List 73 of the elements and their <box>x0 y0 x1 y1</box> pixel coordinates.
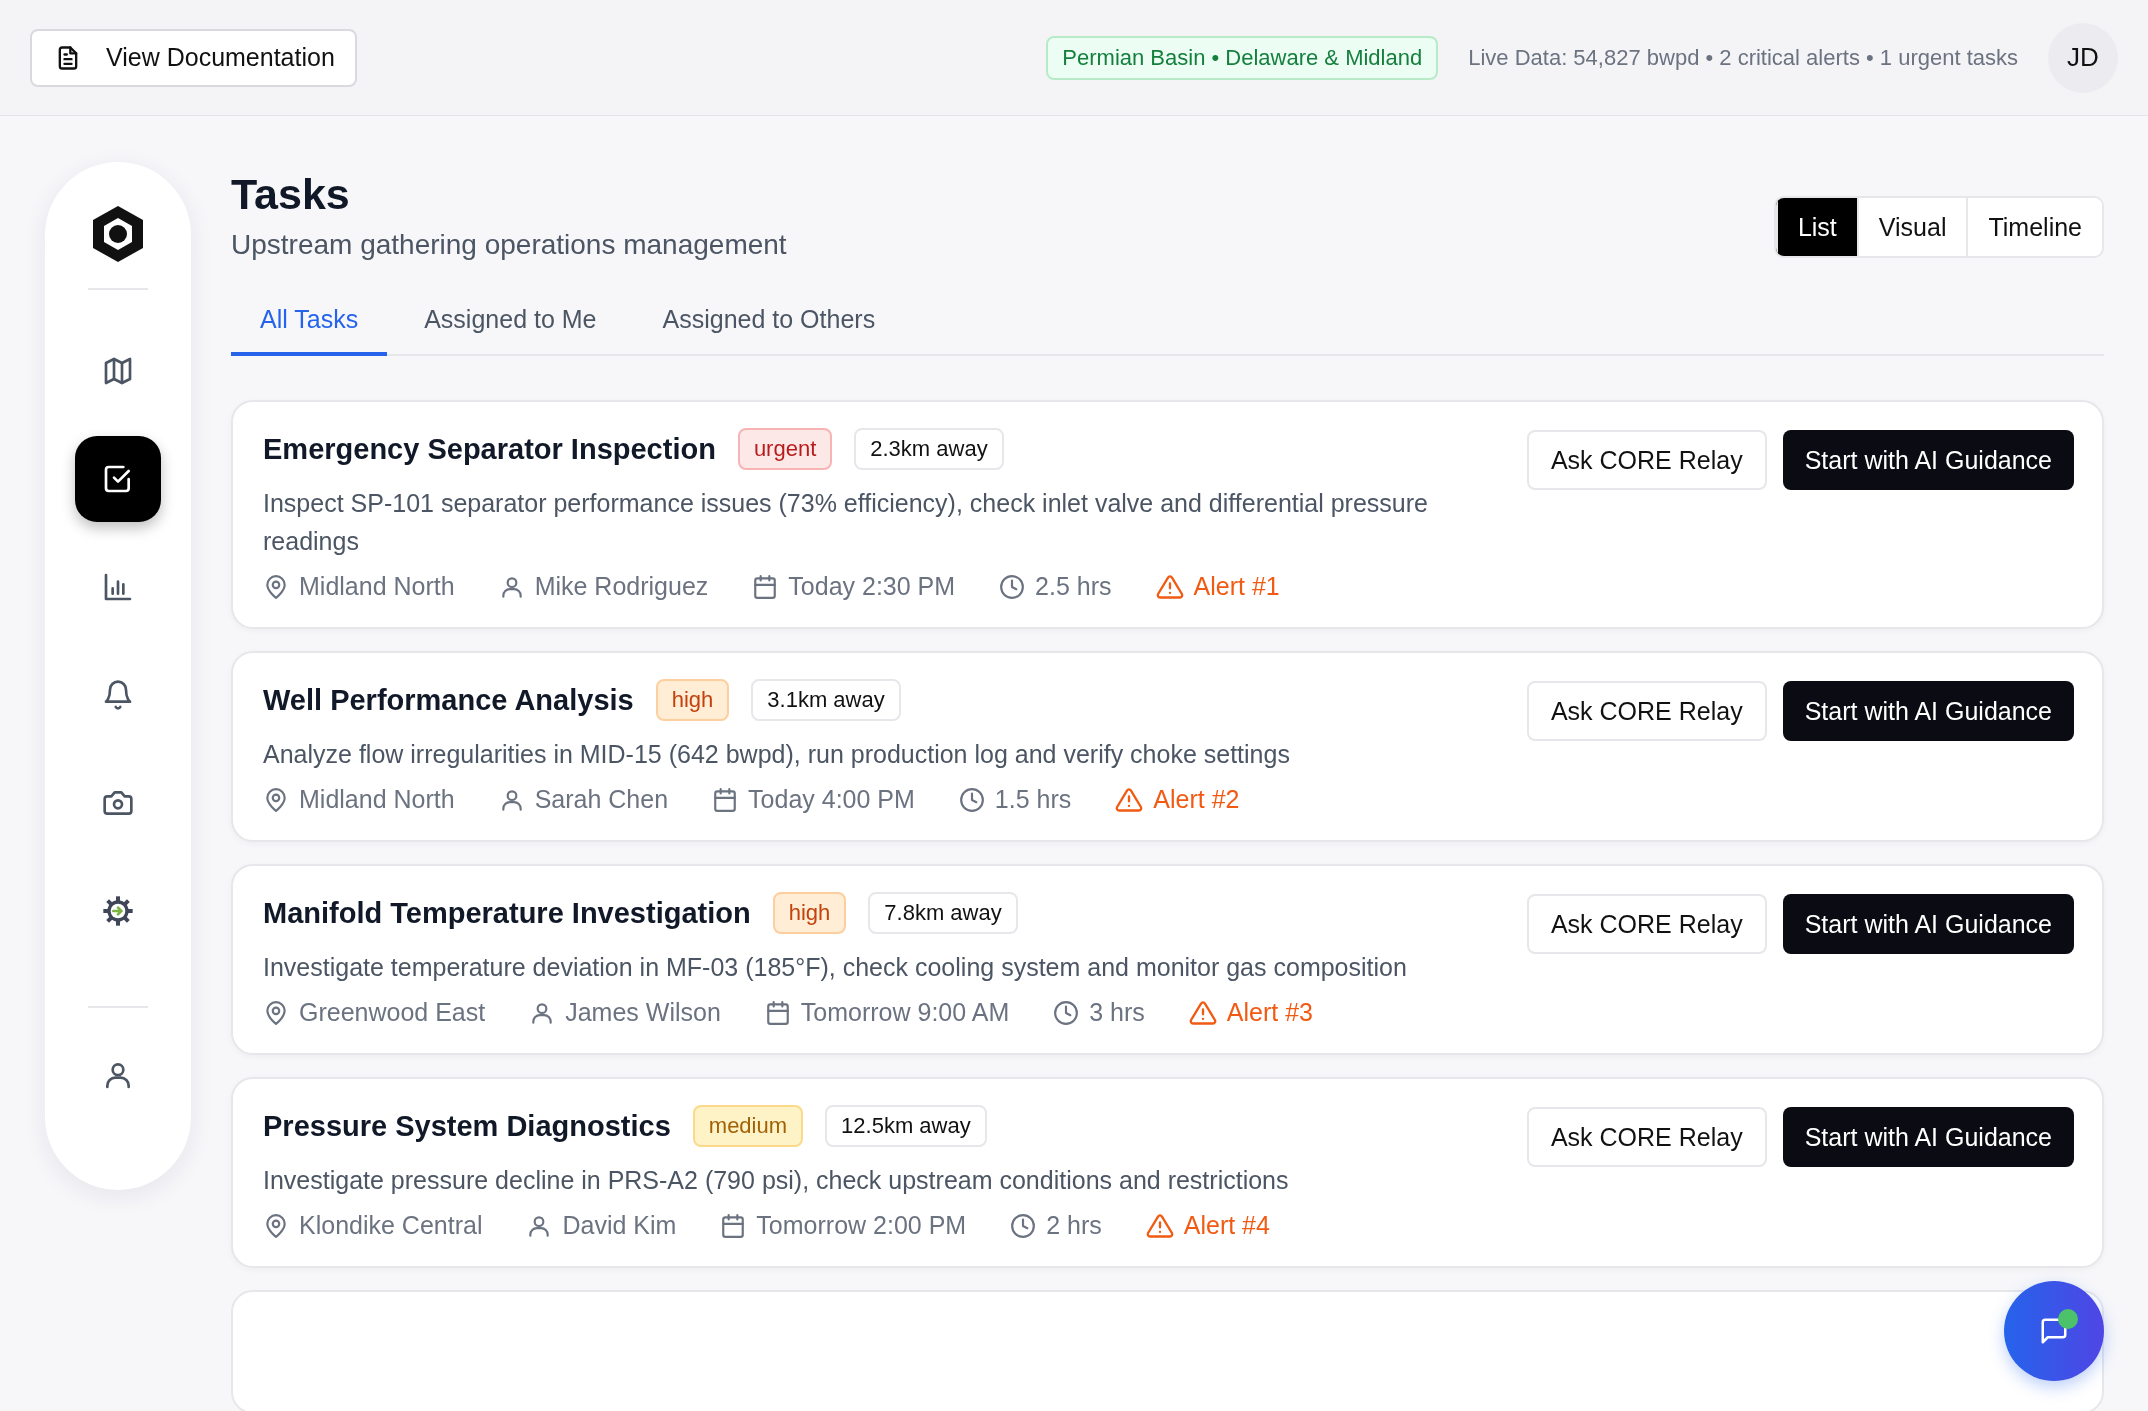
priority-badge: high <box>655 679 730 721</box>
region-badge: Permian Basin • Delaware & Midland <box>1046 35 1439 80</box>
distance-badge: 3.1km away <box>751 679 901 721</box>
warning-icon <box>1145 1211 1174 1240</box>
task-description: Investigate pressure decline in PRS-A2 (790 psi), check upstream conditions and restrictions <box>263 1165 1290 1196</box>
location-text: Midland North <box>299 572 455 601</box>
distance-badge: 7.8km away <box>868 892 1018 934</box>
ask-core-relay-button[interactable]: Ask CORE Relay <box>1526 430 1767 490</box>
map-pin-icon <box>263 573 289 600</box>
map-icon <box>102 355 134 387</box>
view-toggle-tab[interactable]: List <box>1775 198 1857 256</box>
warning-icon <box>1188 998 1217 1027</box>
task-filter-tab[interactable]: Assigned to Others <box>633 305 905 356</box>
user-avatar[interactable]: JD <box>2048 22 2118 93</box>
live-status-text: Live Data: 54,827 bwpd • 2 critical alerts • 1 urgent tasks <box>1468 44 2018 71</box>
due-time-text: Tomorrow 2:00 PM <box>756 1211 967 1240</box>
assignee-text: James Wilson <box>565 998 721 1027</box>
task-title: Well Performance Analysis <box>263 683 634 717</box>
ask-core-relay-button[interactable]: Ask CORE Relay <box>1526 1107 1767 1167</box>
view-toggle-tab[interactable]: Timeline <box>1966 198 2102 256</box>
duration-text: 2.5 hrs <box>1035 572 1112 601</box>
task-title: Manifold Temperature Investigation <box>263 896 751 930</box>
clock-icon <box>958 786 985 813</box>
bell-icon <box>102 679 134 711</box>
calendar-icon <box>720 1212 747 1239</box>
assignee-text: Mike Rodriguez <box>534 572 709 601</box>
map-pin-icon <box>263 1212 289 1239</box>
start-ai-guidance-button[interactable]: Start with AI Guidance <box>1782 681 2074 741</box>
start-ai-guidance-button[interactable]: Start with AI Guidance <box>1782 894 2074 954</box>
chat-icon <box>2039 1316 2069 1346</box>
map-pin-icon <box>263 999 289 1026</box>
duration-text: 1.5 hrs <box>994 785 1072 814</box>
task-description: Investigate temperature deviation in MF-03 (185°F), check cooling system and monitor gas composition <box>263 952 1408 983</box>
warning-icon <box>1155 572 1184 601</box>
location-text: Midland North <box>299 785 455 814</box>
priority-badge: urgent <box>737 428 833 470</box>
calendar-icon <box>752 573 779 600</box>
ask-core-relay-button[interactable]: Ask CORE Relay <box>1526 894 1767 954</box>
due-time-text: Today 4:00 PM <box>748 785 915 814</box>
distance-badge: 12.5km away <box>825 1105 987 1147</box>
task-filter-tab[interactable]: All Tasks <box>231 305 388 356</box>
assignee-text: Sarah Chen <box>534 785 669 814</box>
start-ai-guidance-button[interactable]: Start with AI Guidance <box>1782 430 2074 490</box>
task-filter-tab[interactable]: Assigned to Me <box>395 305 626 356</box>
priority-badge: high <box>772 892 847 934</box>
calendar-icon <box>764 999 791 1026</box>
clock-icon <box>1010 1212 1037 1239</box>
duration-text: 2 hrs <box>1046 1211 1102 1240</box>
assignee-text: David Kim <box>562 1211 677 1240</box>
warning-icon <box>1115 785 1144 814</box>
calendar-icon <box>712 786 739 813</box>
task-description: Analyze flow irregularities in MID-15 (642 bwpd), run production log and verify choke settings <box>263 739 1291 770</box>
due-time-text: Today 2:30 PM <box>788 572 956 601</box>
page-title: Tasks <box>231 170 351 219</box>
task-title: Emergency Separator Inspection <box>263 432 716 466</box>
sidebar-nav-button[interactable] <box>75 436 161 522</box>
location-text: Klondike Central <box>299 1211 483 1240</box>
gear-icon <box>102 895 134 927</box>
view-documentation-button[interactable]: View Documentation <box>30 28 357 87</box>
priority-badge: medium <box>692 1105 804 1147</box>
start-ai-guidance-button[interactable]: Start with AI Guidance <box>1782 1107 2074 1167</box>
task-description: Inspect SP-101 separator performance issues (73% efficiency), check inlet valve and differential pressure readings <box>263 488 1429 557</box>
due-time-text: Tomorrow 9:00 AM <box>800 998 1010 1027</box>
location-text: Greenwood East <box>299 998 486 1027</box>
distance-badge: 2.3km away <box>854 428 1004 470</box>
clock-icon <box>999 573 1026 600</box>
clock-icon <box>1053 999 1080 1026</box>
page-subtitle: Upstream gathering operations management <box>231 229 787 261</box>
bar-chart-icon <box>102 571 134 603</box>
task-title: Pressure System Diagnostics <box>263 1109 671 1143</box>
duration-text: 3 hrs <box>1089 998 1145 1027</box>
ask-core-relay-button[interactable]: Ask CORE Relay <box>1526 681 1767 741</box>
map-pin-icon <box>263 786 289 813</box>
